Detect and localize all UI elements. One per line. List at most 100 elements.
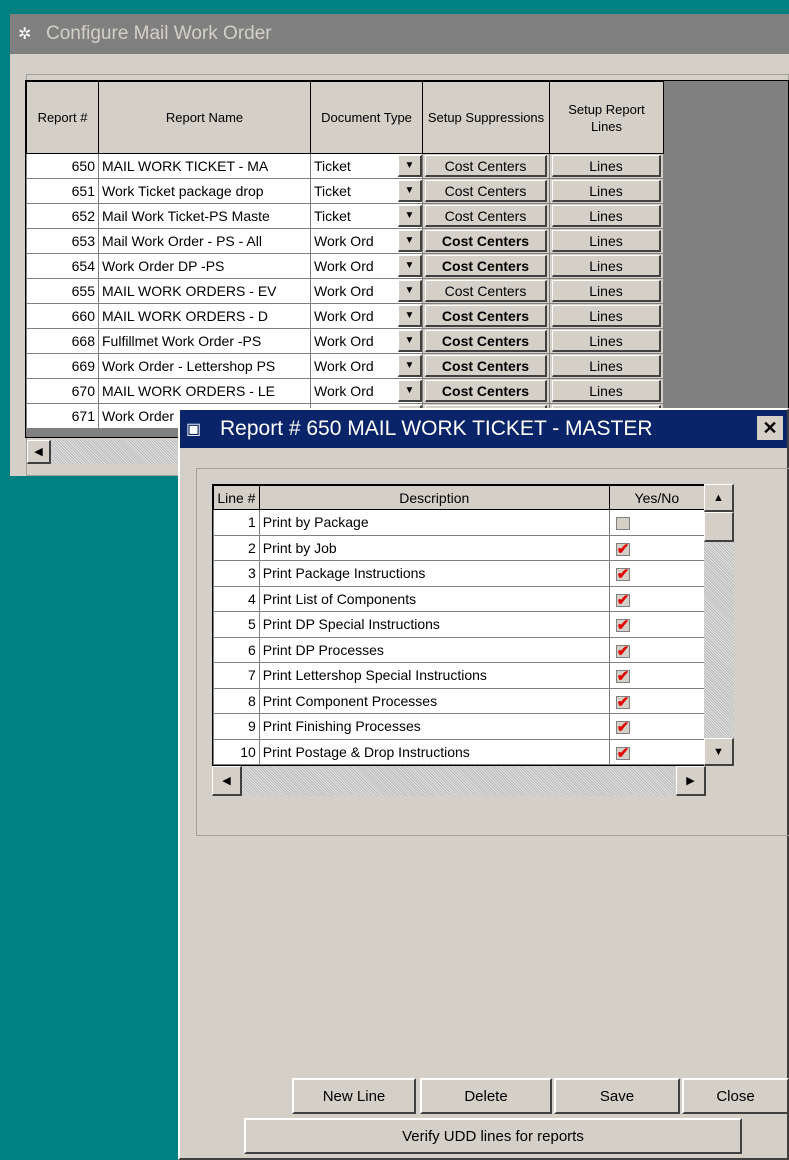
new-line-button[interactable]: New Line — [292, 1078, 416, 1114]
report-number[interactable]: 652 — [26, 203, 99, 229]
unchecked-checkbox[interactable] — [615, 517, 630, 531]
scroll-left-icon[interactable]: ◀ — [27, 440, 51, 464]
lines-button[interactable]: Lines — [552, 380, 661, 402]
table-row[interactable]: 650 MAIL WORK TICKET - MA Ticket ▼ Cost Cent… — [26, 153, 664, 179]
table-row[interactable]: 652 Mail Work Ticket-PS Maste Ticket ▼ Cost … — [26, 203, 664, 229]
lines-button[interactable]: Lines — [552, 355, 661, 377]
column-header[interactable]: Setup Report Lines — [549, 81, 664, 154]
checked-checkbox[interactable] — [615, 667, 630, 685]
cost-centers-button[interactable]: Cost Centers — [425, 355, 547, 377]
table-row[interactable]: 653 Mail Work Order - PS - All Work Ord ▼ Co… — [26, 228, 664, 254]
table-row[interactable]: 7 Print Lettershop Special Instructions — [213, 662, 705, 689]
checked-checkbox[interactable] — [615, 565, 630, 583]
document-type-cell[interactable]: Work Ord ▼ — [310, 278, 423, 304]
report-name[interactable]: MAIL WORK ORDERS - EV — [98, 278, 311, 304]
dialog-title-bar[interactable]: ▣ Report # 650 MAIL WORK TICKET - MASTER — [180, 410, 787, 448]
line-description[interactable]: Print DP Processes — [258, 636, 610, 663]
checked-checkbox[interactable] — [615, 693, 630, 711]
table-row[interactable]: 6 Print DP Processes — [213, 636, 705, 663]
line-number[interactable]: 2 — [213, 534, 260, 561]
column-header[interactable]: Report # — [26, 81, 99, 154]
line-description[interactable]: Print Component Processes — [258, 687, 610, 714]
column-header[interactable]: Document Type — [310, 81, 423, 154]
document-type-cell[interactable]: Work Ord ▼ — [310, 328, 423, 354]
table-row[interactable]: 8 Print Component Processes — [213, 687, 705, 714]
document-type-cell[interactable]: Work Ord ▼ — [310, 303, 423, 329]
report-number[interactable]: 653 — [26, 228, 99, 254]
checked-checkbox[interactable] — [615, 616, 630, 634]
table-row[interactable]: 669 Work Order - Lettershop PS Work Ord ▼ Co… — [26, 353, 664, 379]
report-name[interactable]: Fulfillmet Work Order -PS — [98, 328, 311, 354]
report-name[interactable]: MAIL WORK ORDERS - D — [98, 303, 311, 329]
report-name[interactable]: Mail Work Order - PS - All — [98, 228, 311, 254]
line-number[interactable]: 6 — [213, 636, 260, 663]
table-row[interactable]: 5 Print DP Special Instructions — [213, 611, 705, 638]
line-number[interactable]: 7 — [213, 662, 260, 689]
chevron-down-icon[interactable]: ▼ — [398, 280, 422, 302]
report-grid-hscroll-track[interactable] — [51, 440, 178, 464]
document-type-cell[interactable]: Work Ord ▼ — [310, 378, 423, 404]
scroll-right-icon[interactable]: ▶ — [676, 766, 706, 796]
lines-button[interactable]: Lines — [552, 205, 661, 227]
report-name[interactable]: Work Ticket package drop — [98, 178, 311, 204]
scroll-thumb[interactable] — [704, 512, 734, 542]
verify-udd-button[interactable]: Verify UDD lines for reports — [244, 1118, 742, 1154]
table-row[interactable]: 651 Work Ticket package drop Ticket ▼ Cost C… — [26, 178, 664, 204]
document-type-cell[interactable]: Ticket ▼ — [310, 153, 423, 179]
line-number[interactable]: 3 — [213, 560, 260, 587]
line-description[interactable]: Print by Job — [258, 534, 610, 561]
report-number[interactable]: 669 — [26, 353, 99, 379]
cost-centers-button[interactable]: Cost Centers — [425, 205, 547, 227]
lines-button[interactable]: Lines — [552, 305, 661, 327]
line-number[interactable]: 9 — [213, 713, 260, 740]
report-number[interactable]: 651 — [26, 178, 99, 204]
report-name[interactable]: Mail Work Ticket-PS Maste — [98, 203, 311, 229]
document-type-cell[interactable]: Work Ord ▼ — [310, 253, 423, 279]
report-number[interactable]: 668 — [26, 328, 99, 354]
lines-grid-vscroll[interactable]: ▲ ▼ — [704, 484, 734, 766]
report-name[interactable]: Work Order - Lettershop PS — [98, 353, 311, 379]
vscroll-track[interactable] — [704, 542, 734, 738]
table-row[interactable]: 660 MAIL WORK ORDERS - D Work Ord ▼ Cost Cen… — [26, 303, 664, 329]
table-row[interactable]: 10 Print Postage & Drop Instructions — [213, 738, 705, 765]
table-row[interactable]: 3 Print Package Instructions — [213, 560, 705, 587]
line-number[interactable]: 5 — [213, 611, 260, 638]
line-description[interactable]: Print by Package — [258, 509, 610, 536]
column-header[interactable]: Yes/No — [608, 485, 705, 510]
column-header[interactable]: Setup Suppressions — [422, 81, 550, 154]
document-type-cell[interactable]: Ticket ▼ — [310, 178, 423, 204]
table-row[interactable]: 654 Work Order DP -PS Work Ord ▼ Cost Center… — [26, 253, 664, 279]
cost-centers-button[interactable]: Cost Centers — [425, 155, 547, 177]
checked-checkbox[interactable] — [615, 744, 630, 762]
table-row[interactable]: 655 MAIL WORK ORDERS - EV Work Ord ▼ Cost Ce… — [26, 278, 664, 304]
table-row[interactable]: 670 MAIL WORK ORDERS - LE Work Ord ▼ Cost Ce… — [26, 378, 664, 404]
checked-checkbox[interactable] — [615, 718, 630, 736]
report-number[interactable]: 655 — [26, 278, 99, 304]
chevron-down-icon[interactable]: ▼ — [398, 380, 422, 402]
line-description[interactable]: Print Postage & Drop Instructions — [258, 738, 610, 765]
document-type-cell[interactable]: Work Ord ▼ — [310, 228, 423, 254]
cost-centers-button[interactable]: Cost Centers — [425, 230, 547, 252]
report-name[interactable]: Work Order DP -PS — [98, 253, 311, 279]
report-name[interactable]: MAIL WORK ORDERS - LE — [98, 378, 311, 404]
line-description[interactable]: Print Finishing Processes — [258, 713, 610, 740]
table-row[interactable]: 2 Print by Job — [213, 534, 705, 561]
report-number[interactable]: 660 — [26, 303, 99, 329]
cost-centers-button[interactable]: Cost Centers — [425, 180, 547, 202]
table-row[interactable]: 1 Print by Package — [213, 509, 705, 536]
scroll-left-icon[interactable]: ◀ — [212, 766, 242, 796]
lines-button[interactable]: Lines — [552, 280, 661, 302]
report-name[interactable]: MAIL WORK TICKET - MA — [98, 153, 311, 179]
main-title-bar[interactable]: ✲ Configure Mail Work Order — [10, 14, 789, 54]
line-number[interactable]: 10 — [213, 738, 260, 765]
chevron-down-icon[interactable]: ▼ — [398, 355, 422, 377]
hscroll-track[interactable] — [242, 766, 676, 796]
lines-button[interactable]: Lines — [552, 180, 661, 202]
report-number[interactable]: 654 — [26, 253, 99, 279]
lines-grid-hscroll[interactable]: ◀ ▶ — [212, 766, 706, 796]
column-header[interactable]: Line # — [213, 485, 260, 510]
chevron-down-icon[interactable]: ▼ — [398, 180, 422, 202]
table-row[interactable]: 668 Fulfillmet Work Order -PS Work Ord ▼ Cos… — [26, 328, 664, 354]
chevron-down-icon[interactable]: ▼ — [398, 205, 422, 227]
chevron-down-icon[interactable]: ▼ — [398, 255, 422, 277]
